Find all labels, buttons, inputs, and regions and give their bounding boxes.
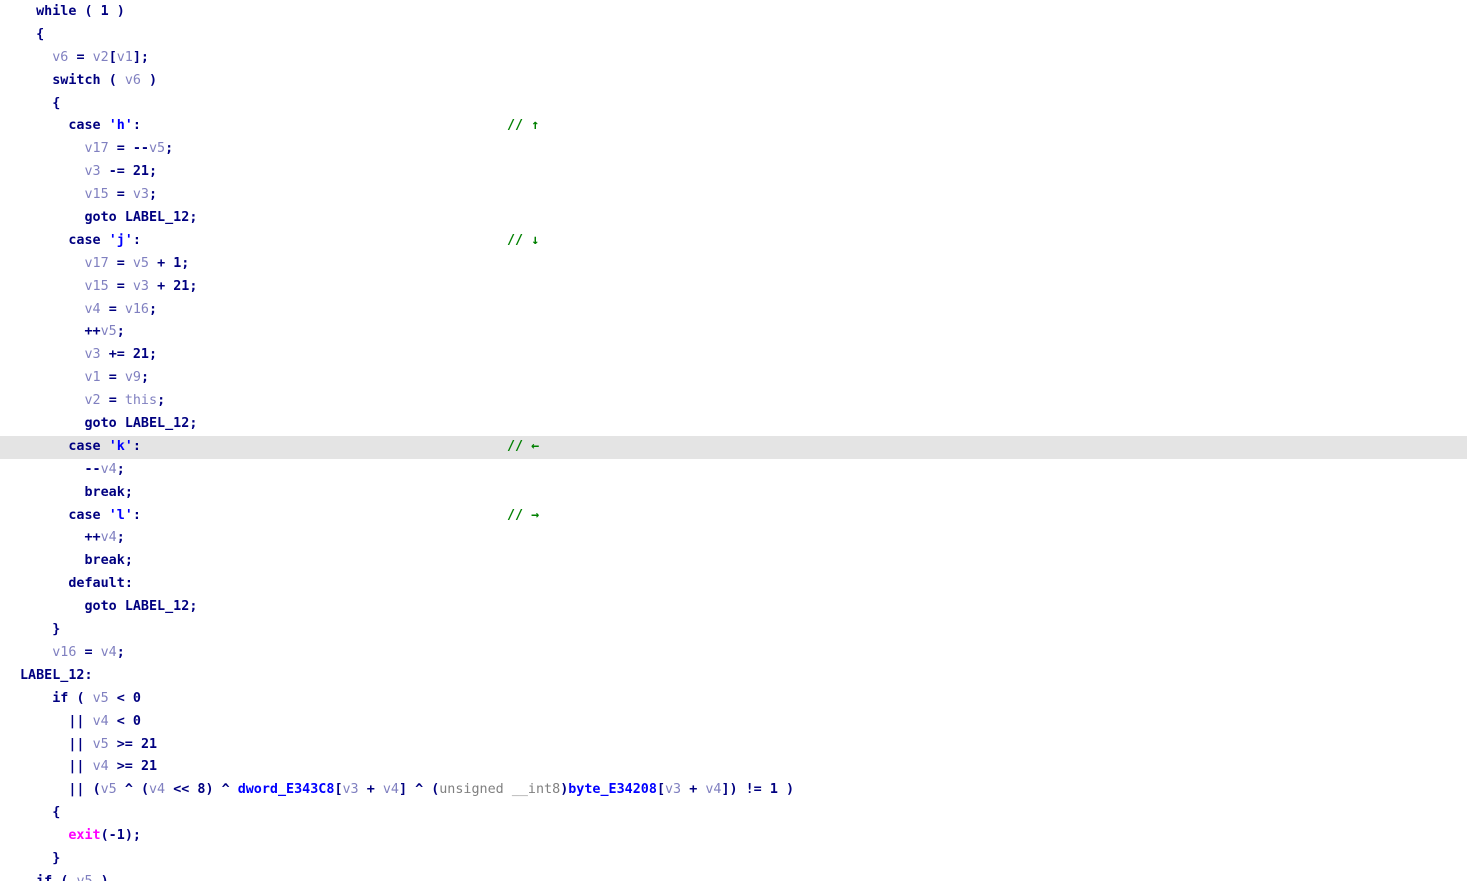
code-line[interactable]: v3 -= 21; [0,161,1467,184]
code-line-text: v15 = v3; [84,187,158,203]
code-line-text: if ( v5 ) [0,871,109,881]
code-line-comment: // ↑ [506,118,540,134]
code-line-text: v3 -= 21; [84,164,158,180]
code-line-text: } [52,850,61,866]
code-line[interactable]: v4 = v16; [0,299,1467,322]
code-line[interactable]: { [0,24,1467,47]
code-line-text: case 'j': [68,232,141,248]
code-line-text: v3 += 21; [84,347,158,363]
code-line-text: case 'l': [68,507,141,523]
code-line-text: goto LABEL_12; [84,416,198,432]
code-line[interactable]: case 'l': // → [0,505,1467,528]
code-line-comment: // ← [506,438,540,454]
code-line-text: v17 = v5 + 1; [84,255,190,271]
code-line-text: ++v4; [84,530,125,546]
code-line[interactable]: case 'h': // ↑ [0,115,1467,138]
code-line-text: break; [84,484,133,500]
code-line[interactable]: --v4; [0,459,1467,482]
code-line[interactable]: { [0,93,1467,116]
code-line[interactable]: while ( 1 ) [0,1,1467,24]
code-line-text: while ( 1 ) [36,4,125,19]
code-line[interactable]: v17 = --v5; [0,138,1467,161]
code-line-text: default: [68,576,133,592]
code-line-text: switch ( v6 ) [52,72,158,88]
code-line-text: { [52,95,61,111]
code-line-text: ++v5; [84,324,125,340]
code-line[interactable]: || v4 >= 21 [0,756,1467,779]
code-line-container: while ( 1 ) { v6 = v2[v1]; switch ( v6 )… [0,1,1467,881]
code-line[interactable]: default: [0,573,1467,596]
code-line-text: || v4 < 0 [68,713,141,729]
code-line-text: case 'h': [68,118,141,134]
code-line-text: v16 = v4; [52,644,125,660]
code-line-text: v6 = v2[v1]; [52,49,149,65]
code-line[interactable]: goto LABEL_12; [0,207,1467,230]
code-line-text: LABEL_12: [20,667,93,683]
code-line-text: v1 = v9; [84,370,150,386]
code-line[interactable]: v3 += 21; [0,344,1467,367]
code-line[interactable]: case 'k': // ← [0,435,1467,459]
code-line[interactable]: || v4 < 0 [0,711,1467,734]
code-line[interactable]: exit(-1); [0,825,1467,848]
code-line-text: v17 = --v5; [84,141,174,157]
code-line[interactable]: break; [0,482,1467,505]
code-line[interactable]: goto LABEL_12; [0,596,1467,619]
pseudocode-view[interactable]: while ( 1 ) { v6 = v2[v1]; switch ( v6 )… [0,0,1467,881]
code-line[interactable]: } [0,848,1467,871]
code-line[interactable]: v17 = v5 + 1; [0,253,1467,276]
code-line-text: case 'k': [68,438,141,454]
code-line[interactable]: || v5 >= 21 [0,734,1467,757]
code-line[interactable]: || (v5 ^ (v4 << 8) ^ dword_E343C8[v3 + v… [0,779,1467,802]
code-line[interactable]: v1 = v9; [0,367,1467,390]
code-line[interactable]: LABEL_12: [0,665,1467,688]
code-line[interactable]: v2 = this; [0,390,1467,413]
code-line-text: { [52,805,61,821]
code-line[interactable]: goto LABEL_12; [0,413,1467,436]
code-line[interactable]: ++v4; [0,527,1467,550]
code-line-text: v2 = this; [84,393,166,409]
code-line[interactable]: break; [0,550,1467,573]
code-line[interactable]: switch ( v6 ) [0,70,1467,93]
code-line[interactable]: v15 = v3; [0,184,1467,207]
code-line[interactable]: ++v5; [0,321,1467,344]
code-line-text: --v4; [84,461,125,477]
code-line-text: goto LABEL_12; [84,210,198,226]
code-line-text: || v5 >= 21 [68,736,158,752]
code-line-text: v15 = v3 + 21; [84,278,198,294]
code-line[interactable]: { [0,802,1467,825]
code-line[interactable]: case 'j': // ↓ [0,230,1467,253]
code-line-comment: // ↓ [506,232,540,248]
code-line-text: exit(-1); [68,828,141,844]
code-line[interactable]: v15 = v3 + 21; [0,276,1467,299]
code-line-text: || (v5 ^ (v4 << 8) ^ dword_E343C8[v3 + v… [68,782,794,798]
code-line-text: if ( v5 < 0 [52,690,141,706]
code-line[interactable]: v6 = v2[v1]; [0,47,1467,70]
code-line[interactable]: if ( v5 < 0 [0,688,1467,711]
code-line-text: || v4 >= 21 [68,759,158,775]
code-line[interactable]: v16 = v4; [0,642,1467,665]
code-line-text: v4 = v16; [84,301,158,317]
code-line[interactable]: } [0,619,1467,642]
code-line-text: break; [84,553,133,569]
code-line-text: { [36,26,45,42]
code-line-clipped[interactable]: if ( v5 ) [0,871,1467,881]
code-line-text: goto LABEL_12; [84,599,198,615]
code-line-text: } [52,622,61,638]
code-line-comment: // → [506,507,540,523]
